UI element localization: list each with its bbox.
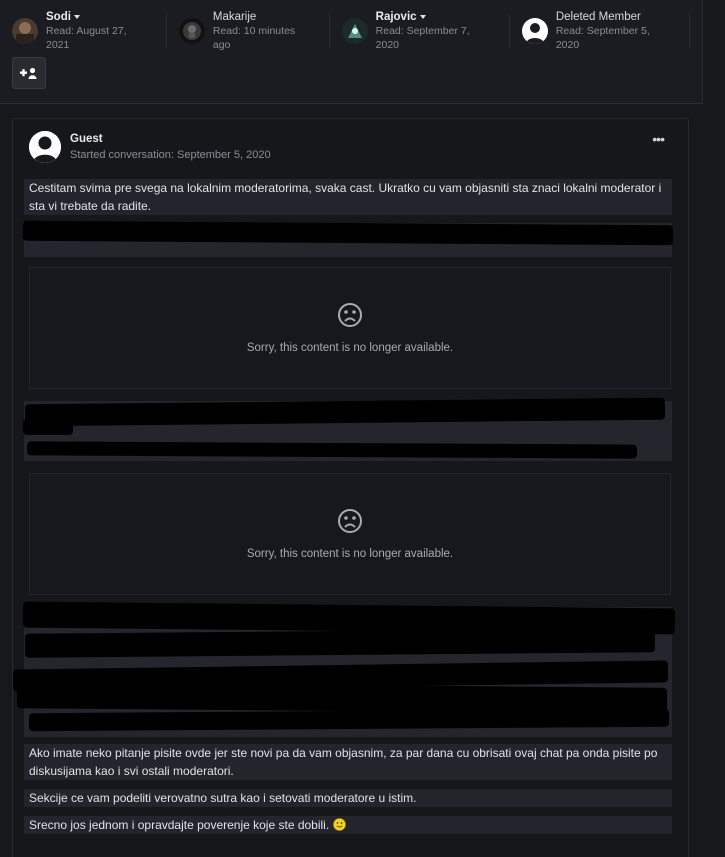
paragraph-1: Cestitam svima pre svega na lokalnim mod…: [24, 179, 672, 215]
conversation-post: Guest Started conversation: September 5,…: [12, 118, 689, 857]
participant-name[interactable]: Sodi: [46, 10, 71, 24]
sad-face-icon: [338, 303, 362, 327]
ellipsis-icon[interactable]: •••: [652, 132, 665, 146]
participant-makarije[interactable]: Makarije Read: 10 minutes ago: [178, 11, 330, 51]
redaction: [23, 419, 73, 435]
unavailable-message: Sorry, this content is no longer availab…: [246, 548, 454, 560]
default-avatar-icon: [29, 131, 61, 163]
read-status: Read: September 5, 2020: [555, 25, 650, 51]
participant-name[interactable]: Makarije: [213, 10, 256, 24]
started-date: Started conversation: September 5, 2020: [70, 149, 271, 161]
chevron-down-icon[interactable]: [73, 15, 80, 19]
avatar[interactable]: [12, 18, 38, 44]
add-participant-button[interactable]: [12, 57, 46, 89]
post-header: Guest Started conversation: September 5,…: [29, 131, 271, 163]
smile-emoji-icon: [332, 818, 346, 831]
paragraph-3: Sekcije ce vam podeliti verovatno sutra …: [24, 789, 672, 807]
paragraph-4-text: Srecno jos jednom i opravdajte poverenje…: [29, 818, 330, 832]
author-name[interactable]: Guest: [70, 131, 271, 147]
paragraph-4: Srecno jos jednom i opravdajte poverenje…: [24, 816, 672, 834]
participant-name: Deleted Member: [555, 11, 641, 23]
unavailable-content: Sorry, this content is no longer availab…: [29, 267, 671, 389]
chevron-down-icon[interactable]: [419, 15, 426, 19]
participant-name[interactable]: Rajovic: [376, 10, 417, 24]
paragraph-2: Ako imate neko pitanje pisite ovde jer s…: [24, 744, 672, 780]
default-avatar-icon: [521, 18, 548, 44]
read-status: Read: 10 minutes ago: [212, 25, 296, 51]
participants-bar: Sodi Read: August 27, 2021 Makarije Read…: [0, 0, 703, 104]
sad-face-icon: [338, 509, 362, 533]
unavailable-content: Sorry, this content is no longer availab…: [29, 473, 671, 595]
avatar[interactable]: [178, 18, 205, 44]
participant-deleted-member: Deleted Member Read: September 5, 2020: [521, 11, 690, 51]
read-status: Read: August 27, 2021: [46, 25, 127, 51]
read-status: Read: September 7, 2020: [375, 25, 470, 51]
avatar[interactable]: [341, 18, 368, 44]
participant-list: Sodi Read: August 27, 2021 Makarije Read…: [12, 11, 702, 51]
participant-rajovic[interactable]: Rajovic Read: September 7, 2020: [341, 11, 510, 51]
unavailable-message: Sorry, this content is no longer availab…: [246, 342, 454, 354]
add-user-icon: [20, 67, 37, 79]
participant-sodi[interactable]: Sodi Read: August 27, 2021: [12, 11, 167, 51]
